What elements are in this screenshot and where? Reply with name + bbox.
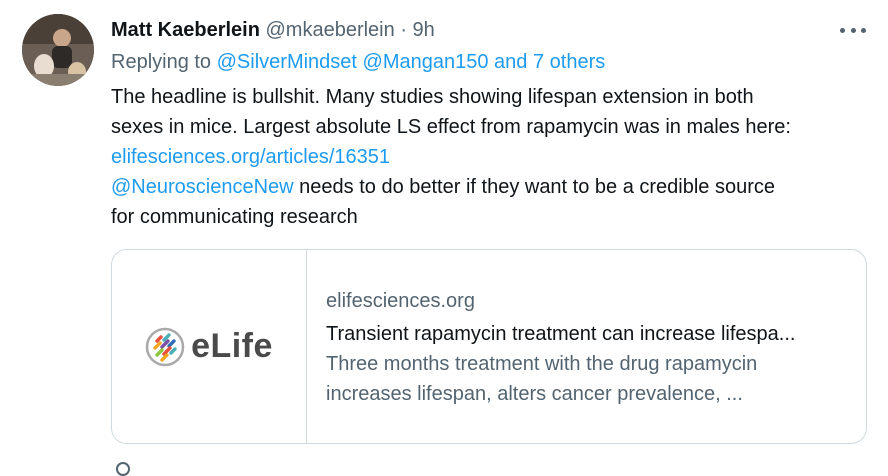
card-domain: elifesciences.org bbox=[326, 290, 475, 312]
replying-to: Replying to @SilverMindset @Mangan150 an… bbox=[111, 48, 605, 76]
link-preview-card[interactable]: eLife elifesciences.org Transient rapamy… bbox=[111, 249, 867, 444]
card-title: Transient rapamycin treatment can increa… bbox=[326, 323, 796, 345]
more-dot bbox=[861, 27, 866, 33]
card-description-line: increases lifespan, alters cancer preval… bbox=[326, 383, 743, 405]
mention-link[interactable]: @NeuroscienceNew bbox=[111, 176, 294, 198]
elife-logo-icon bbox=[145, 327, 185, 366]
card-thumbnail: eLife bbox=[112, 250, 307, 443]
tweet-text-line: The headline is bullshit. Many studies s… bbox=[111, 86, 754, 108]
tweet-text-line: for communicating research bbox=[111, 206, 358, 228]
mention-link[interactable]: @SilverMindset bbox=[217, 51, 357, 73]
more-dot bbox=[850, 27, 856, 33]
elife-logo: eLife bbox=[145, 327, 273, 367]
article-link[interactable]: elifesciences.org/articles/16351 bbox=[111, 146, 390, 168]
replying-others-link[interactable]: and 7 others bbox=[494, 51, 605, 73]
elife-logo-text: eLife bbox=[191, 327, 273, 365]
card-text: elifesciences.org Transient rapamycin tr… bbox=[326, 286, 852, 409]
tweet-timestamp[interactable]: 9h bbox=[413, 19, 435, 41]
more-options-icon[interactable] bbox=[840, 20, 866, 40]
avatar[interactable] bbox=[22, 14, 94, 86]
card-description-line: Three months treatment with the drug rap… bbox=[326, 353, 758, 375]
header-separator: · bbox=[400, 19, 407, 41]
tweet-text: The headline is bullshit. Many studies s… bbox=[111, 82, 871, 232]
more-dot bbox=[840, 27, 845, 33]
card-description: Three months treatment with the drug rap… bbox=[326, 349, 852, 409]
author-handle[interactable]: @mkaeberlein bbox=[266, 19, 395, 41]
replying-prefix: Replying to bbox=[111, 51, 217, 73]
tweet-text-line: needs to do better if they want to be a … bbox=[293, 176, 776, 198]
tweet-header: Matt Kaeberlein @mkaeberlein · 9h bbox=[111, 16, 870, 44]
author-name[interactable]: Matt Kaeberlein bbox=[111, 19, 260, 41]
reply-icon[interactable] bbox=[116, 462, 130, 476]
mention-link[interactable]: @Mangan150 bbox=[363, 51, 489, 73]
tweet-text-line: sexes in mice. Largest absolute LS effec… bbox=[111, 116, 791, 138]
